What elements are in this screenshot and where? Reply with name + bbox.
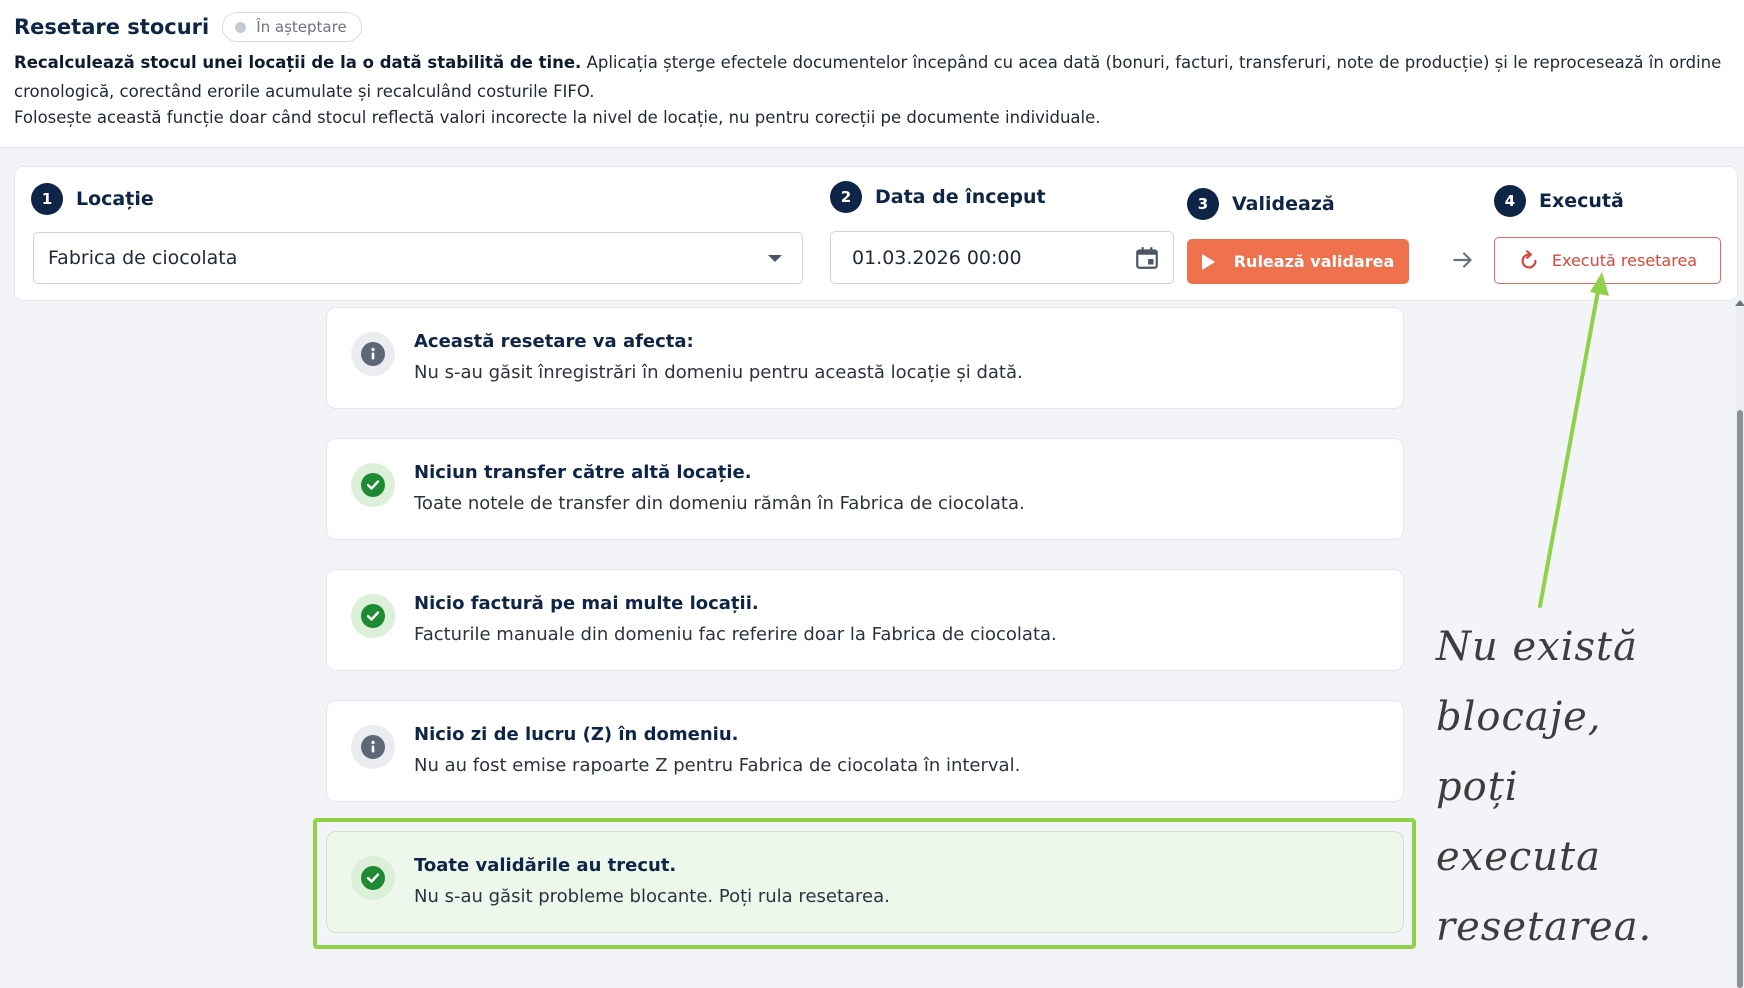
scrollbar-thumb[interactable]: [1737, 410, 1743, 988]
annotation-line: Nu există: [1436, 624, 1638, 670]
scroll-up-icon[interactable]: [1735, 300, 1744, 306]
annotation-line: executa: [1436, 834, 1601, 880]
annotation-line: blocaje,: [1436, 694, 1602, 740]
annotation-line: poți: [1436, 764, 1519, 810]
annotation-line: resetarea.: [1436, 904, 1653, 950]
annotation-note: Nu există blocaje, poți executa resetare…: [1436, 612, 1736, 962]
